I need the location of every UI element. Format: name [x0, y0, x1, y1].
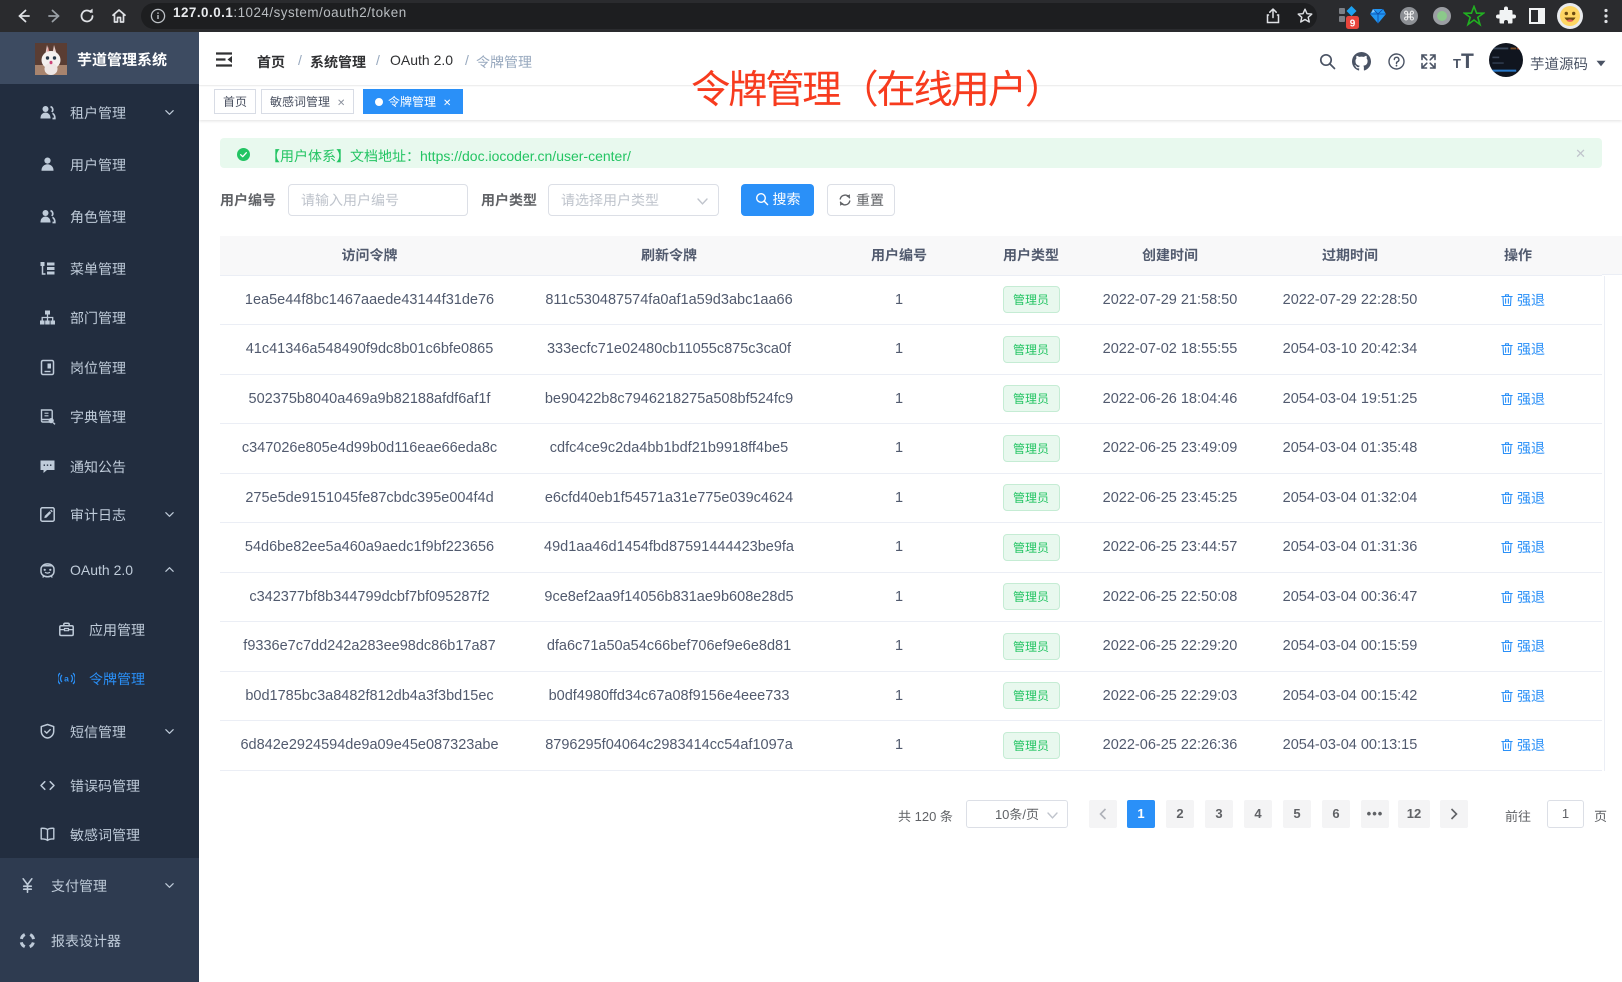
svg-text:⌘: ⌘ — [1403, 9, 1416, 24]
svg-text:a: a — [64, 674, 69, 684]
svg-text:9: 9 — [1350, 19, 1356, 30]
